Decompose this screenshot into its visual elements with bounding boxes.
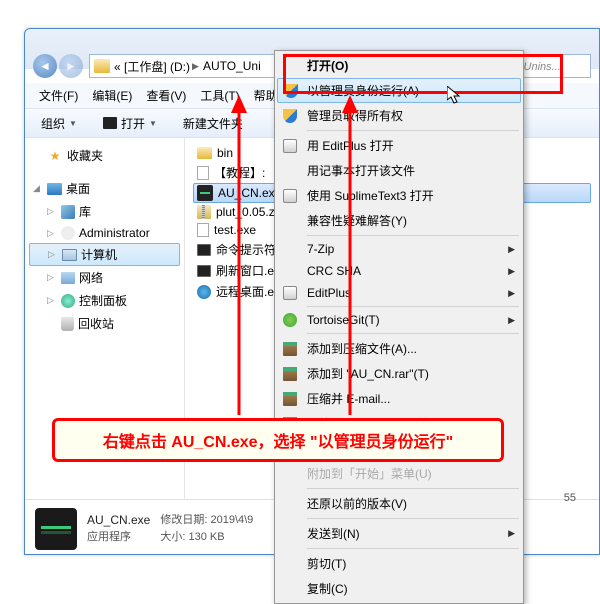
ctx-add-archive[interactable]: 添加到压缩文件(A)... [277,336,521,361]
rar-icon [283,342,297,356]
ctx-tortoise[interactable]: TortoiseGit(T)▶ [277,309,521,331]
computer-icon [62,249,77,261]
ctx-editplus[interactable]: 用 EditPlus 打开 [277,133,521,158]
ctx-sublime[interactable]: 使用 SublimeText3 打开 [277,183,521,208]
desktop-icon [47,183,62,195]
sidebar-recycle[interactable]: 回收站 [29,312,180,335]
menu-tools[interactable]: 工具(T) [194,85,245,106]
folder-icon [94,59,110,73]
star-icon: ★ [47,148,63,164]
ctx-runas-admin[interactable]: 以管理员身份运行(A) [277,78,521,103]
chevron-right-icon: ▶ [508,288,515,299]
sublime-icon [283,189,297,203]
details-modified: 2019\4\9 [210,514,253,526]
details-size: 130 KB [188,531,224,543]
chevron-right-icon: ▶ [508,244,515,255]
menu-file[interactable]: 文件(F) [33,85,84,106]
ctx-7zip[interactable]: 7-Zip▶ [277,238,521,260]
sidebar-controlpanel[interactable]: ▷控制面板 [29,289,180,312]
recycle-icon [61,317,74,331]
separator [307,306,519,307]
teamviewer-icon [197,285,211,299]
caret-down-icon: ▼ [149,119,157,128]
shield-icon [283,109,297,123]
organize-button[interactable]: 组织 ▼ [33,113,85,134]
text-icon [197,166,209,180]
controlpanel-icon [61,294,75,308]
chevron-right-icon: ▶ [192,61,199,72]
app-icon [103,117,117,129]
separator [307,130,519,131]
ctx-copy[interactable]: 复制(C) [277,576,521,601]
open-button[interactable]: 打开 ▼ [95,113,165,134]
separator [307,333,519,334]
sidebar-libraries[interactable]: ▷库 [29,200,180,223]
sidebar-user[interactable]: ▷Administrator [29,223,180,243]
annotation-callout: 右键点击 AU_CN.exe，选择 "以管理员身份运行" [52,418,504,462]
rar-icon [283,392,297,406]
ctx-notepad[interactable]: 用记事本打开该文件 [277,158,521,183]
rar-icon [283,367,297,381]
separator [307,488,519,489]
details-filetype: 应用程序 [87,529,150,546]
editplus-icon [283,139,297,153]
details-time-fragment: 55 [564,492,576,504]
crumb-folder[interactable]: AUTO_Uni [203,59,261,73]
details-filename: AU_CN.exe [87,511,150,529]
separator [307,235,519,236]
separator [307,518,519,519]
user-icon [61,226,75,240]
cmd-icon [197,244,211,256]
ctx-compat[interactable]: 兼容性疑难解答(Y) [277,208,521,233]
forward-button[interactable]: ► [59,54,83,78]
separator [307,548,519,549]
tortoise-icon [283,313,297,327]
menu-view[interactable]: 查看(V) [140,85,192,106]
ctx-crcsha[interactable]: CRC SHA▶ [277,260,521,282]
exe-icon [197,185,213,201]
crumb-drive[interactable]: « [工作盘] (D:) [114,58,190,75]
ctx-add-rar[interactable]: 添加到 "AU_CN.rar"(T) [277,361,521,386]
shield-icon [284,84,298,98]
text-icon [197,223,209,237]
editplus-icon [283,286,297,300]
ctx-sendto[interactable]: 发送到(N)▶ [277,521,521,546]
chevron-right-icon: ▶ [508,266,515,277]
sidebar-network[interactable]: ▷网络 [29,266,180,289]
network-icon [61,272,75,284]
cmd-icon [197,265,211,277]
details-icon [35,508,77,550]
ctx-editplus2[interactable]: EditPlus▶ [277,282,521,304]
sidebar-favorites[interactable]: ★收藏夹 [29,144,180,167]
context-menu: 打开(O) 以管理员身份运行(A) 管理员取得所有权 用 EditPlus 打开… [274,50,524,604]
chevron-right-icon: ▶ [508,528,515,539]
ctx-restore[interactable]: 还原以前的版本(V) [277,491,521,516]
ctx-ownership[interactable]: 管理员取得所有权 [277,103,521,128]
titlebar[interactable] [25,29,599,49]
zip-icon [197,205,211,219]
chevron-right-icon: ▶ [508,315,515,326]
ctx-zip-email[interactable]: 压缩并 E-mail... [277,386,521,411]
menu-edit[interactable]: 编辑(E) [86,85,138,106]
caret-down-icon: ▼ [69,119,77,128]
library-icon [61,205,75,219]
back-button[interactable]: ◄ [33,54,57,78]
ctx-pin-start[interactable]: 附加到「开始」菜单(U) [277,461,521,486]
sidebar-desktop[interactable]: ◢桌面 [29,177,180,200]
folder-icon [197,147,212,159]
ctx-open[interactable]: 打开(O) [277,53,521,78]
sidebar-computer[interactable]: ▷计算机 [29,243,180,266]
new-folder-button[interactable]: 新建文件夹 [175,113,251,134]
